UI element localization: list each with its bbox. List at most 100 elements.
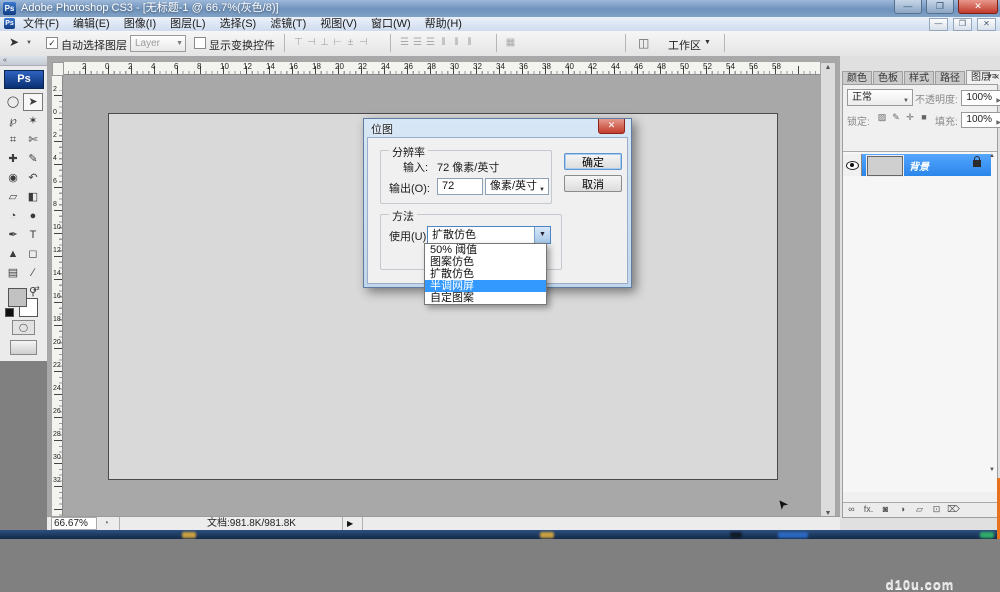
eyedropper-tool[interactable]: ∕ (23, 264, 43, 282)
bridge-icon[interactable]: ◫ (638, 36, 649, 50)
layer-mask-icon[interactable]: ◙ (877, 503, 894, 516)
align-vcenter-icon[interactable]: ⊣ (305, 37, 318, 48)
lasso-tool[interactable]: ℘ (3, 112, 23, 130)
path-selection-tool[interactable]: ▲ (3, 245, 23, 263)
workspace-arrow-icon[interactable]: ▼ (704, 39, 711, 46)
align-top-icon[interactable]: ⊤ (292, 37, 305, 48)
healing-brush-tool[interactable]: ✚ (3, 150, 23, 168)
lock-pixels-icon[interactable]: ✎ (889, 112, 903, 123)
scroll-up-icon[interactable]: ▲ (821, 64, 835, 71)
slice-tool[interactable]: ✄ (23, 131, 43, 149)
eraser-tool[interactable]: ▱ (3, 188, 23, 206)
distribute-left-icon[interactable]: ⫴ (437, 37, 450, 48)
auto-align-layers-icon[interactable]: ▦ (504, 37, 517, 48)
status-menu-arrow-icon[interactable]: ▶ (347, 517, 353, 530)
layer-row-background[interactable]: 背景 (843, 154, 991, 176)
combo-arrow-icon[interactable]: ▼ (534, 227, 550, 243)
clone-stamp-tool[interactable]: ◉ (3, 169, 23, 187)
layer-style-icon[interactable]: fx. (860, 503, 877, 516)
tab-路径[interactable]: 路径 (935, 71, 965, 85)
use-method-combobox[interactable]: 扩散仿色 ▼ (427, 226, 551, 244)
dropdown-item-1[interactable]: 50% 阈值 (425, 244, 546, 256)
workspace-label[interactable]: 工作区 (668, 37, 701, 53)
maximize-button[interactable]: ❐ (926, 0, 954, 14)
distribute-hcenter-icon[interactable]: ⫴ (450, 37, 463, 48)
foreground-color-swatch[interactable] (8, 288, 27, 307)
align-hcenter-icon[interactable]: ± (344, 37, 357, 48)
menu-item-6[interactable]: 滤镜(T) (263, 17, 313, 31)
layer-thumbnail[interactable] (867, 156, 903, 176)
horizontal-ruler[interactable]: 2024681012141618202224262830323436384042… (52, 62, 824, 75)
auto-select-checkbox[interactable]: ✓ (46, 37, 58, 49)
panel-collapse-button[interactable]: « (0, 56, 47, 66)
doc-close-button[interactable]: ✕ (977, 18, 996, 31)
elliptical-marquee-tool[interactable]: ◯ (3, 93, 23, 111)
align-left-icon[interactable]: ⊢ (331, 37, 344, 48)
align-right-icon[interactable]: ⊣ (357, 37, 370, 48)
windows-taskbar[interactable] (0, 530, 1000, 539)
scroll-up-icon[interactable]: ▲ (988, 153, 996, 159)
blend-mode-select[interactable]: 正常▼ (847, 89, 913, 106)
menu-item-4[interactable]: 图层(L) (163, 17, 212, 31)
dodge-tool[interactable]: ● (23, 207, 43, 225)
new-layer-icon[interactable]: ⊡ (928, 503, 945, 516)
menu-item-9[interactable]: 帮助(H) (418, 17, 469, 31)
pen-tool[interactable]: ✒ (3, 226, 23, 244)
crop-tool[interactable]: ⌗ (3, 131, 23, 149)
blur-tool[interactable]: ◔ (3, 207, 23, 225)
move-tool[interactable]: ➤ (23, 93, 43, 111)
dropdown-item-5[interactable]: 自定图案 (425, 292, 546, 304)
layer-group-icon[interactable]: ▱ (911, 503, 928, 516)
vertical-scrollbar[interactable]: ▲▼ (820, 62, 836, 519)
tab-色板[interactable]: 色板 (873, 71, 903, 85)
lock-position-icon[interactable]: ✛ (903, 112, 917, 123)
vertical-ruler[interactable]: 202468101214161820222426283032 (52, 74, 63, 517)
dropdown-item-3[interactable]: 扩散仿色 (425, 268, 546, 280)
type-tool[interactable]: T (23, 226, 43, 244)
lock-all-icon[interactable]: ■ (917, 112, 931, 122)
distribute-right-icon[interactable]: ⫴ (463, 37, 476, 48)
distribute-top-icon[interactable]: ☰ (398, 37, 411, 48)
scroll-down-icon[interactable]: ▼ (989, 467, 995, 473)
tab-颜色[interactable]: 颜色 (842, 71, 872, 85)
gradient-tool[interactable]: ◧ (23, 188, 43, 206)
align-bottom-icon[interactable]: ⊥ (318, 37, 331, 48)
magic-wand-tool[interactable]: ✶ (23, 112, 43, 130)
shape-tool[interactable]: ◻ (23, 245, 43, 263)
visibility-cell[interactable] (843, 154, 862, 176)
menu-item-2[interactable]: 编辑(E) (66, 17, 117, 31)
doc-minimize-button[interactable]: — (929, 18, 948, 31)
menu-item-8[interactable]: 窗口(W) (364, 17, 418, 31)
adjustment-layer-icon[interactable]: ◑ (894, 503, 911, 516)
menu-item-5[interactable]: 选择(S) (213, 17, 264, 31)
close-button[interactable]: ✕ (958, 0, 998, 14)
quick-mask-button[interactable]: ◯ (12, 320, 35, 335)
show-transform-checkbox[interactable] (194, 37, 206, 49)
panel-menu-icon[interactable]: ▾≡ (987, 71, 997, 82)
link-layers-icon[interactable]: ∞ (843, 503, 860, 516)
distribute-vcenter-icon[interactable]: ☰ (411, 37, 424, 48)
menu-item-1[interactable]: 文件(F) (16, 17, 66, 31)
move-tool-icon[interactable]: ➤ (9, 35, 19, 49)
dropdown-item-4[interactable]: 半调网屏 (425, 280, 546, 292)
default-colors-icon[interactable] (5, 308, 14, 317)
tab-样式[interactable]: 样式 (904, 71, 934, 85)
cancel-button[interactable]: 取消 (564, 175, 622, 192)
dropdown-item-2[interactable]: 图案仿色 (425, 256, 546, 268)
tool-preset-arrow-icon[interactable]: ▼ (26, 40, 32, 46)
history-brush-tool[interactable]: ↶ (23, 169, 43, 187)
output-unit-select[interactable]: 像素/英寸 ▼ (485, 178, 549, 195)
notes-tool[interactable]: ▤ (3, 264, 23, 282)
menu-item-3[interactable]: 图像(I) (117, 17, 163, 31)
layer-list-scrollbar[interactable]: ▲ ▼ (988, 153, 996, 489)
brush-tool[interactable]: ✎ (23, 150, 43, 168)
doc-restore-button[interactable]: ❐ (953, 18, 972, 31)
opacity-field[interactable]: 100%▶ (961, 90, 1000, 106)
minimize-button[interactable]: — (894, 0, 922, 14)
menu-item-7[interactable]: 视图(V) (313, 17, 364, 31)
distribute-bottom-icon[interactable]: ☰ (424, 37, 437, 48)
zoom-level-field[interactable]: 66.67% (51, 517, 97, 530)
lock-transparency-icon[interactable]: ▨ (875, 112, 889, 123)
dialog-close-button[interactable]: ✕ (598, 119, 625, 134)
delete-layer-icon[interactable]: ⌦ (945, 503, 962, 516)
